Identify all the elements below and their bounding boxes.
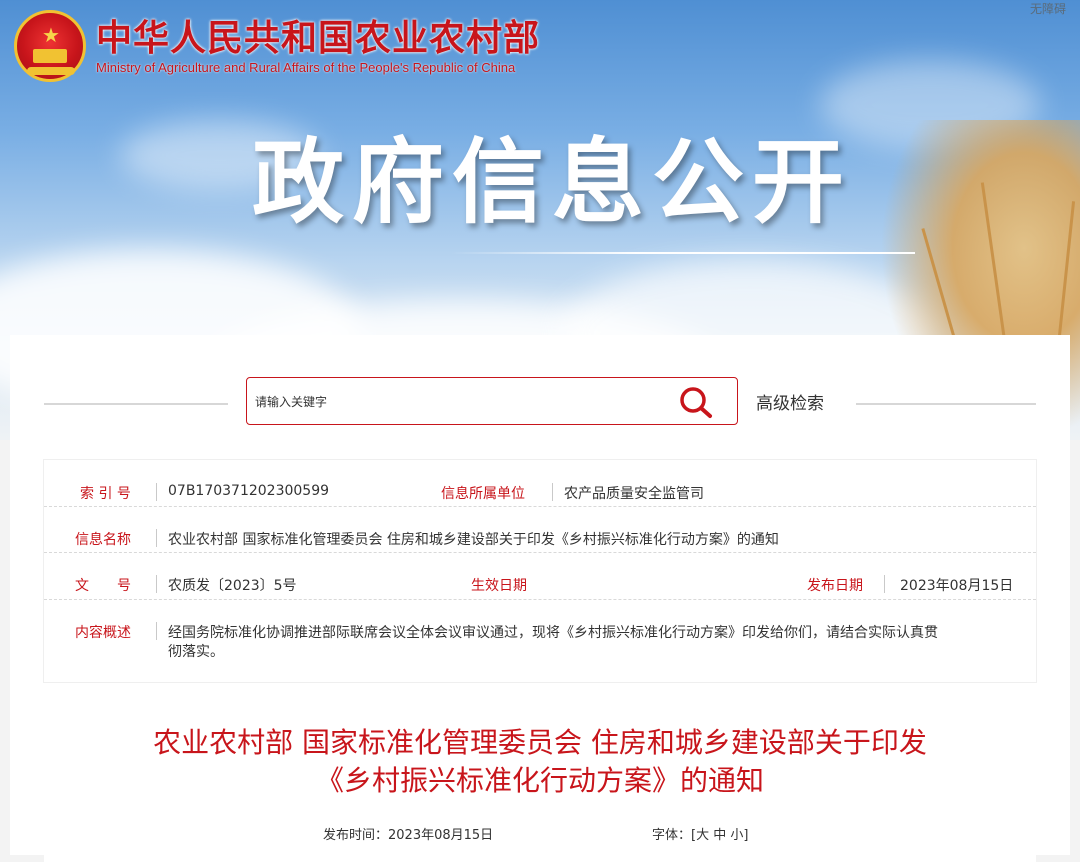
- summary-line-2: 彻落实。: [168, 644, 224, 660]
- publish-time-label: 发布时间：: [323, 828, 389, 843]
- index-label: 索 引 号: [80, 486, 131, 502]
- font-size-large-button[interactable]: 大: [696, 828, 709, 843]
- divider: [156, 483, 157, 501]
- publish-time-value: 2023年08月15日: [388, 828, 494, 843]
- search-divider-right: [856, 403, 1036, 405]
- section-title: 政府信息公开: [252, 129, 853, 236]
- info-row-name: 信息名称 农业农村部 国家标准化管理委员会 住房和城乡建设部关于印发《乡村振兴标…: [44, 507, 1036, 553]
- ministry-name-en: Ministry of Agriculture and Rural Affair…: [96, 60, 516, 75]
- font-size-control: 字体：[大 中 小]: [652, 824, 749, 843]
- divider: [552, 483, 553, 501]
- font-size-label: 字体：: [652, 828, 692, 843]
- info-row-summary: 内容概述 经国务院标准化协调推进部际联席会议全体会议审议通过，现将《乡村振兴标准…: [44, 600, 1036, 682]
- divider: [156, 575, 157, 593]
- ministry-name-cn: 中华人民共和国农业农村部: [96, 17, 541, 59]
- info-row-doc-number: 文 号 农质发〔2023〕5号 生效日期 发布日期 2023年08月15日: [44, 553, 1036, 600]
- article-title-line-1: 农业农村部 国家标准化管理委员会 住房和城乡建设部关于印发: [153, 726, 927, 759]
- publish-date-label: 发布日期: [807, 578, 863, 594]
- article-publish-time: 发布时间：2023年08月15日: [323, 824, 493, 843]
- font-size-medium-button[interactable]: 中: [713, 828, 726, 843]
- search-bar: 高级检索: [10, 377, 1070, 431]
- title-divider: [450, 252, 915, 254]
- doc-number-value: 农质发〔2023〕5号: [168, 578, 297, 594]
- name-value: 农业农村部 国家标准化管理委员会 住房和城乡建设部关于印发《乡村振兴标准化行动方…: [168, 532, 779, 548]
- publish-date-value: 2023年08月15日: [900, 578, 1014, 594]
- search-icon[interactable]: [677, 385, 715, 419]
- article-header: 农业农村部 国家标准化管理委员会 住房和城乡建设部关于印发 《乡村振兴标准化行动…: [44, 702, 1036, 862]
- summary-line-1: 经国务院标准化协调推进部际联席会议全体会议审议通过，现将《乡村振兴标准化行动方案…: [168, 625, 938, 641]
- summary-label: 内容概述: [75, 625, 131, 641]
- info-table: 索 引 号 07B170371202300599 信息所属单位 农产品质量安全监…: [44, 460, 1036, 682]
- font-size-small-button[interactable]: 小: [730, 828, 743, 843]
- divider: [156, 622, 157, 640]
- unit-label: 信息所属单位: [441, 486, 525, 502]
- article-title-line-2: 《乡村振兴标准化行动方案》的通知: [315, 764, 764, 797]
- doc-number-label: 文 号: [75, 578, 131, 594]
- search-input[interactable]: [253, 388, 657, 416]
- name-label: 信息名称: [75, 532, 131, 548]
- unit-value: 农产品质量安全监管司: [564, 486, 704, 502]
- info-row-index: 索 引 号 07B170371202300599 信息所属单位 农产品质量安全监…: [44, 460, 1036, 507]
- divider: [884, 575, 885, 593]
- national-emblem-icon: ★: [14, 10, 86, 82]
- index-value: 07B170371202300599: [168, 483, 330, 499]
- accessibility-link[interactable]: 无障碍: [1030, 0, 1066, 17]
- search-box: [246, 377, 738, 425]
- advanced-search-link[interactable]: 高级检索: [756, 389, 824, 414]
- search-divider-left: [44, 403, 228, 405]
- article-title: 农业农村部 国家标准化管理委员会 住房和城乡建设部关于印发 《乡村振兴标准化行动…: [44, 724, 1036, 800]
- ministry-logo[interactable]: ★ 中华人民共和国农业农村部 Ministry of Agriculture a…: [14, 10, 540, 82]
- effective-date-label: 生效日期: [471, 578, 527, 594]
- divider: [156, 529, 157, 547]
- font-size-close: ]: [743, 828, 749, 843]
